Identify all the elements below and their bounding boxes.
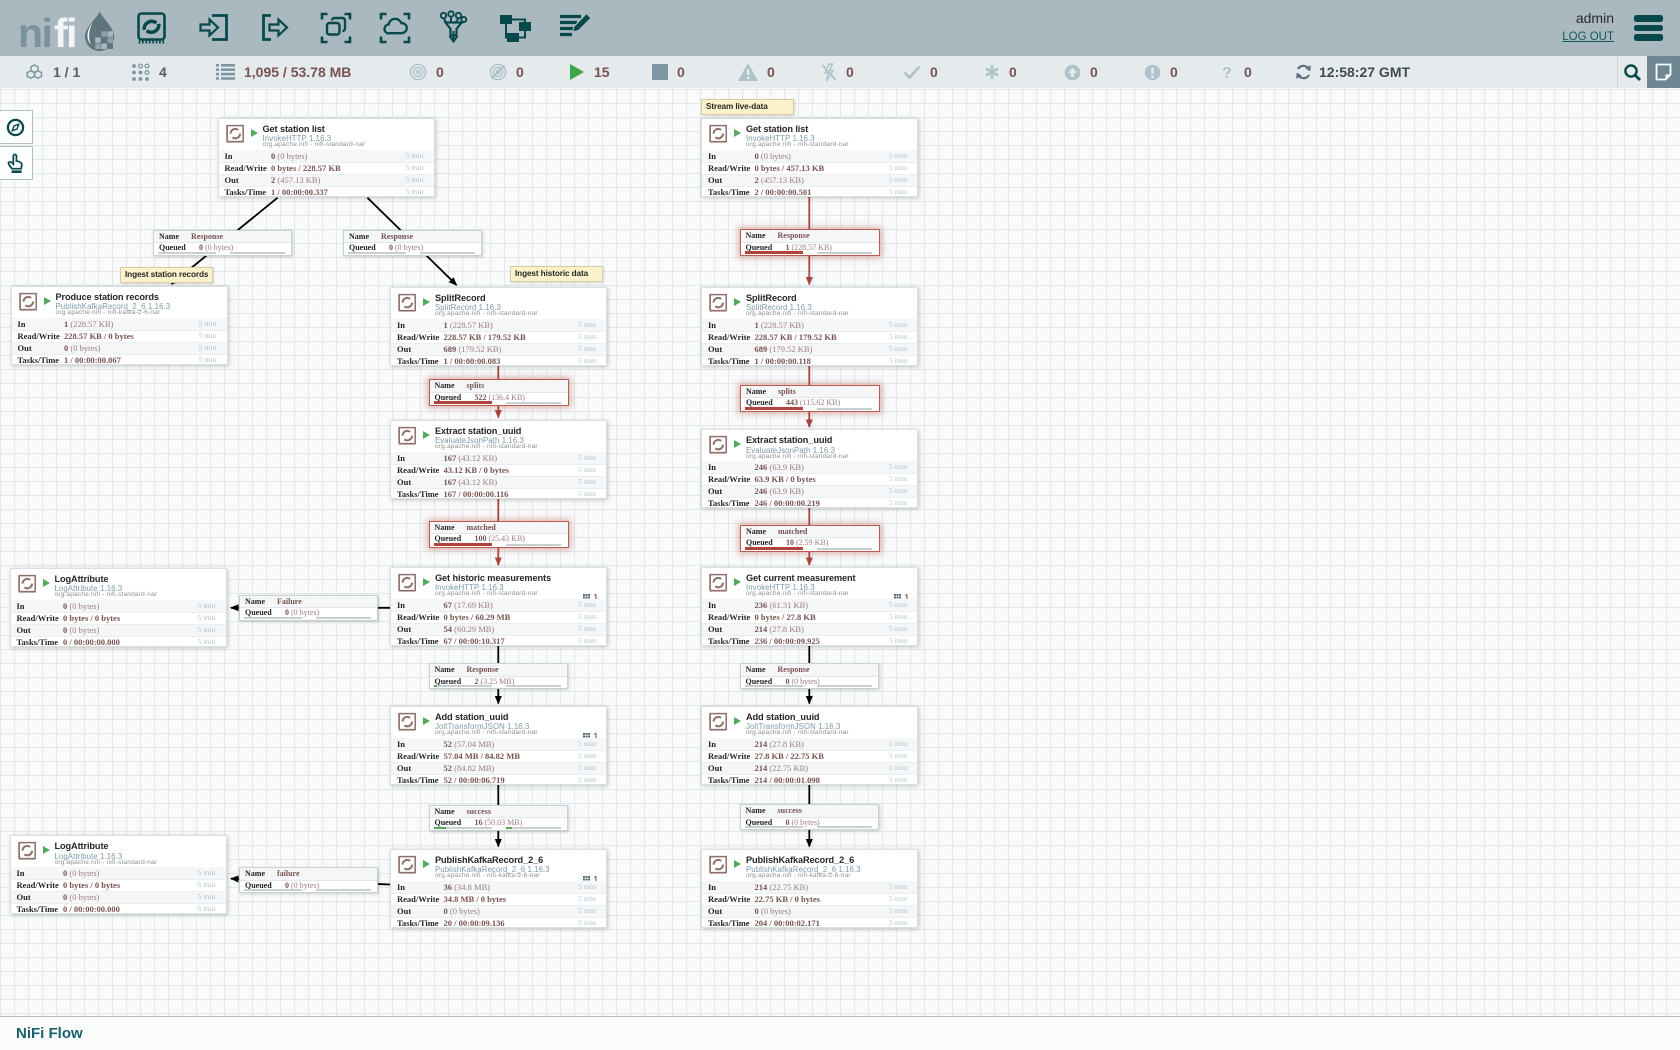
svg-text:ni: ni [18,10,51,56]
svg-text:fi: fi [54,10,76,56]
svg-text:?: ? [1222,65,1232,81]
